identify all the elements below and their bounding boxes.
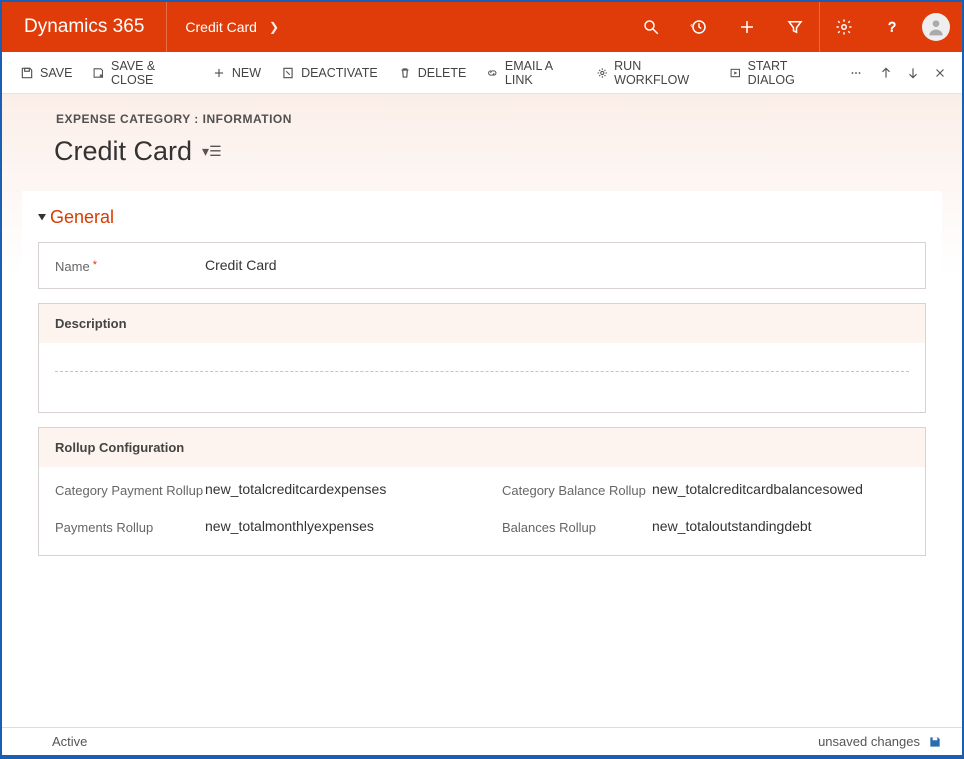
rollup-body: Category Payment Rollup new_totalcreditc…	[38, 467, 926, 556]
form-selector-icon[interactable]: ▾☰	[202, 143, 222, 160]
status-bar: Active unsaved changes	[2, 727, 962, 755]
section-general-title: General	[50, 207, 114, 228]
record-status: Active	[52, 734, 87, 749]
brand-label[interactable]: Dynamics 365	[2, 2, 167, 52]
global-nav: Dynamics 365 Credit Card ❯ ?	[2, 2, 962, 52]
balances-rollup-field[interactable]: new_totaloutstandingdebt	[652, 518, 909, 534]
name-field-container: Name * Credit Card	[38, 242, 926, 289]
save-button[interactable]: SAVE	[10, 60, 82, 86]
payments-rollup-field[interactable]: new_totalmonthlyexpenses	[205, 518, 462, 534]
svg-text:?: ?	[888, 20, 896, 35]
filter-icon[interactable]	[771, 2, 819, 52]
close-form-button[interactable]	[927, 58, 954, 88]
record-title: Credit Card ▾☰	[22, 136, 942, 167]
search-icon[interactable]	[627, 2, 675, 52]
category-payment-rollup-label: Category Payment Rollup	[55, 481, 205, 498]
command-bar: SAVE SAVE & CLOSE NEW DEACTIVATE DELETE …	[2, 52, 962, 94]
name-field[interactable]: Credit Card	[205, 257, 909, 273]
email-link-button[interactable]: EMAIL A LINK	[476, 53, 585, 93]
description-body	[38, 343, 926, 413]
rollup-header: Rollup Configuration	[38, 427, 926, 467]
category-payment-rollup-field[interactable]: new_totalcreditcardexpenses	[205, 481, 462, 497]
more-commands-button[interactable]	[839, 60, 873, 86]
description-field[interactable]	[55, 357, 909, 365]
form-type-label: EXPENSE CATEGORY : INFORMATION	[22, 112, 942, 126]
delete-button[interactable]: DELETE	[388, 60, 477, 86]
form-area: EXPENSE CATEGORY : INFORMATION Credit Ca…	[2, 94, 962, 727]
user-avatar[interactable]	[922, 13, 950, 41]
run-workflow-button[interactable]: RUN WORKFLOW	[586, 53, 719, 93]
prev-record-button[interactable]	[873, 58, 900, 88]
balances-rollup-label: Balances Rollup	[502, 518, 652, 535]
payments-rollup-label: Payments Rollup	[55, 518, 205, 535]
chevron-right-icon: ❯	[269, 20, 279, 34]
next-record-button[interactable]	[900, 58, 927, 88]
name-label: Name *	[55, 257, 205, 274]
help-icon[interactable]: ?	[868, 2, 916, 52]
new-icon[interactable]	[723, 2, 771, 52]
description-header: Description	[38, 303, 926, 343]
recent-icon[interactable]	[675, 2, 723, 52]
collapse-icon	[38, 214, 46, 222]
save-status-icon[interactable]	[928, 735, 942, 749]
save-status-text: unsaved changes	[818, 734, 920, 749]
category-balance-rollup-field[interactable]: new_totalcreditcardbalancesowed	[652, 481, 909, 497]
start-dialog-button[interactable]: START DIALOG	[719, 53, 839, 93]
breadcrumb[interactable]: Credit Card ❯	[167, 2, 297, 52]
settings-icon[interactable]	[820, 2, 868, 52]
new-button[interactable]: NEW	[202, 60, 271, 86]
record-title-text: Credit Card	[54, 136, 192, 167]
section-general-header[interactable]: General	[38, 207, 926, 228]
deactivate-button[interactable]: DEACTIVATE	[271, 60, 388, 86]
save-close-button[interactable]: SAVE & CLOSE	[82, 53, 201, 93]
category-balance-rollup-label: Category Balance Rollup	[502, 481, 652, 498]
breadcrumb-label: Credit Card	[185, 19, 257, 35]
